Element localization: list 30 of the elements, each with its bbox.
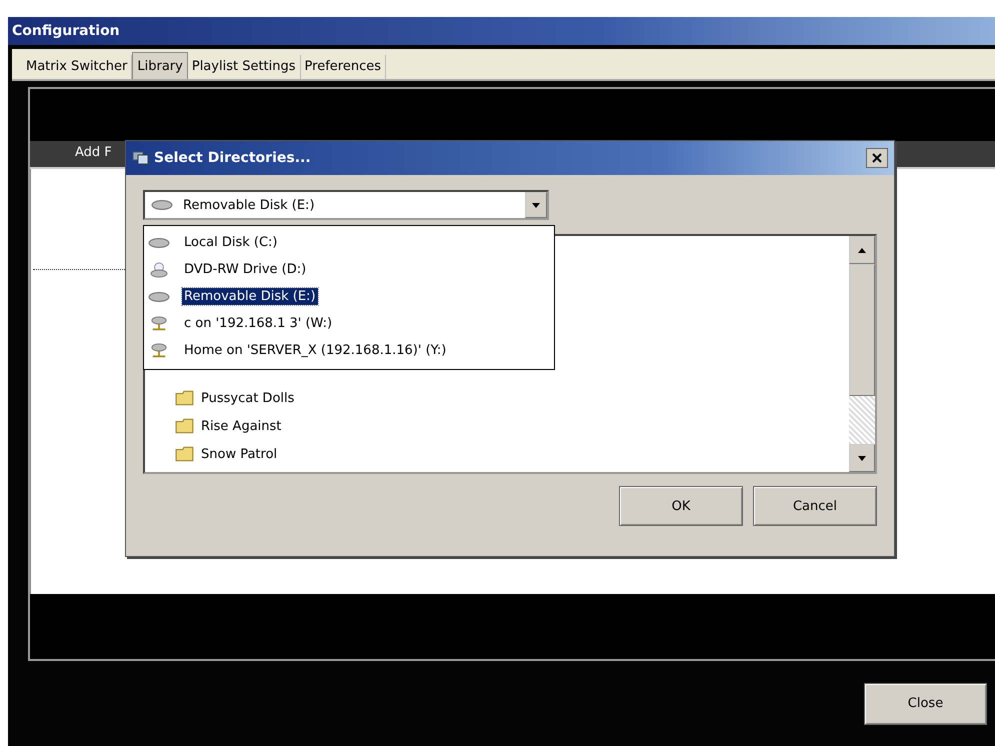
drive-dropdown[interactable]: Removable Disk (E:)	[143, 190, 549, 220]
scroll-down-icon[interactable]	[858, 456, 866, 460]
add-folder-button[interactable]: Add F	[75, 141, 112, 164]
dvd-drive-icon	[148, 262, 170, 278]
app-icon	[132, 150, 150, 166]
folder-item[interactable]: Rise Against	[175, 412, 849, 440]
dialog-button[interactable]: OK	[619, 486, 743, 526]
folder-icon	[175, 390, 195, 406]
tab[interactable]: Library	[132, 52, 188, 79]
drive-option[interactable]: Local Disk (C:)	[182, 234, 280, 251]
folder-icon	[175, 418, 195, 434]
tab[interactable]: Preferences	[300, 55, 386, 79]
drive-option[interactable]: c on '192.168.1 3' (W:)	[182, 315, 334, 332]
folder-item[interactable]: Snow Patrol	[175, 440, 849, 468]
drive-option[interactable]: Home on 'SERVER_X (192.168.1.16)' (Y:)	[182, 342, 448, 359]
scroll-thumb[interactable]	[849, 264, 875, 396]
close-button[interactable]: Close	[864, 682, 987, 724]
tab[interactable]: Playlist Settings	[188, 55, 301, 79]
folder-icon	[175, 446, 195, 462]
caret-icon[interactable]	[525, 192, 547, 218]
scrollbar[interactable]	[849, 236, 875, 472]
dialog-title: Select Directories...	[154, 150, 312, 166]
folder-item[interactable]: Pussycat Dolls	[175, 384, 849, 412]
drive-option[interactable]: DVD-RW Drive (D:)	[182, 261, 308, 278]
drive-option[interactable]: Removable Disk (E:)	[182, 288, 318, 305]
window-title: Configuration	[8, 17, 995, 45]
dialog-button[interactable]: Cancel	[753, 486, 877, 526]
drive-icon	[151, 197, 173, 213]
close-icon[interactable]	[866, 148, 888, 168]
scroll-up-icon[interactable]	[858, 248, 866, 252]
